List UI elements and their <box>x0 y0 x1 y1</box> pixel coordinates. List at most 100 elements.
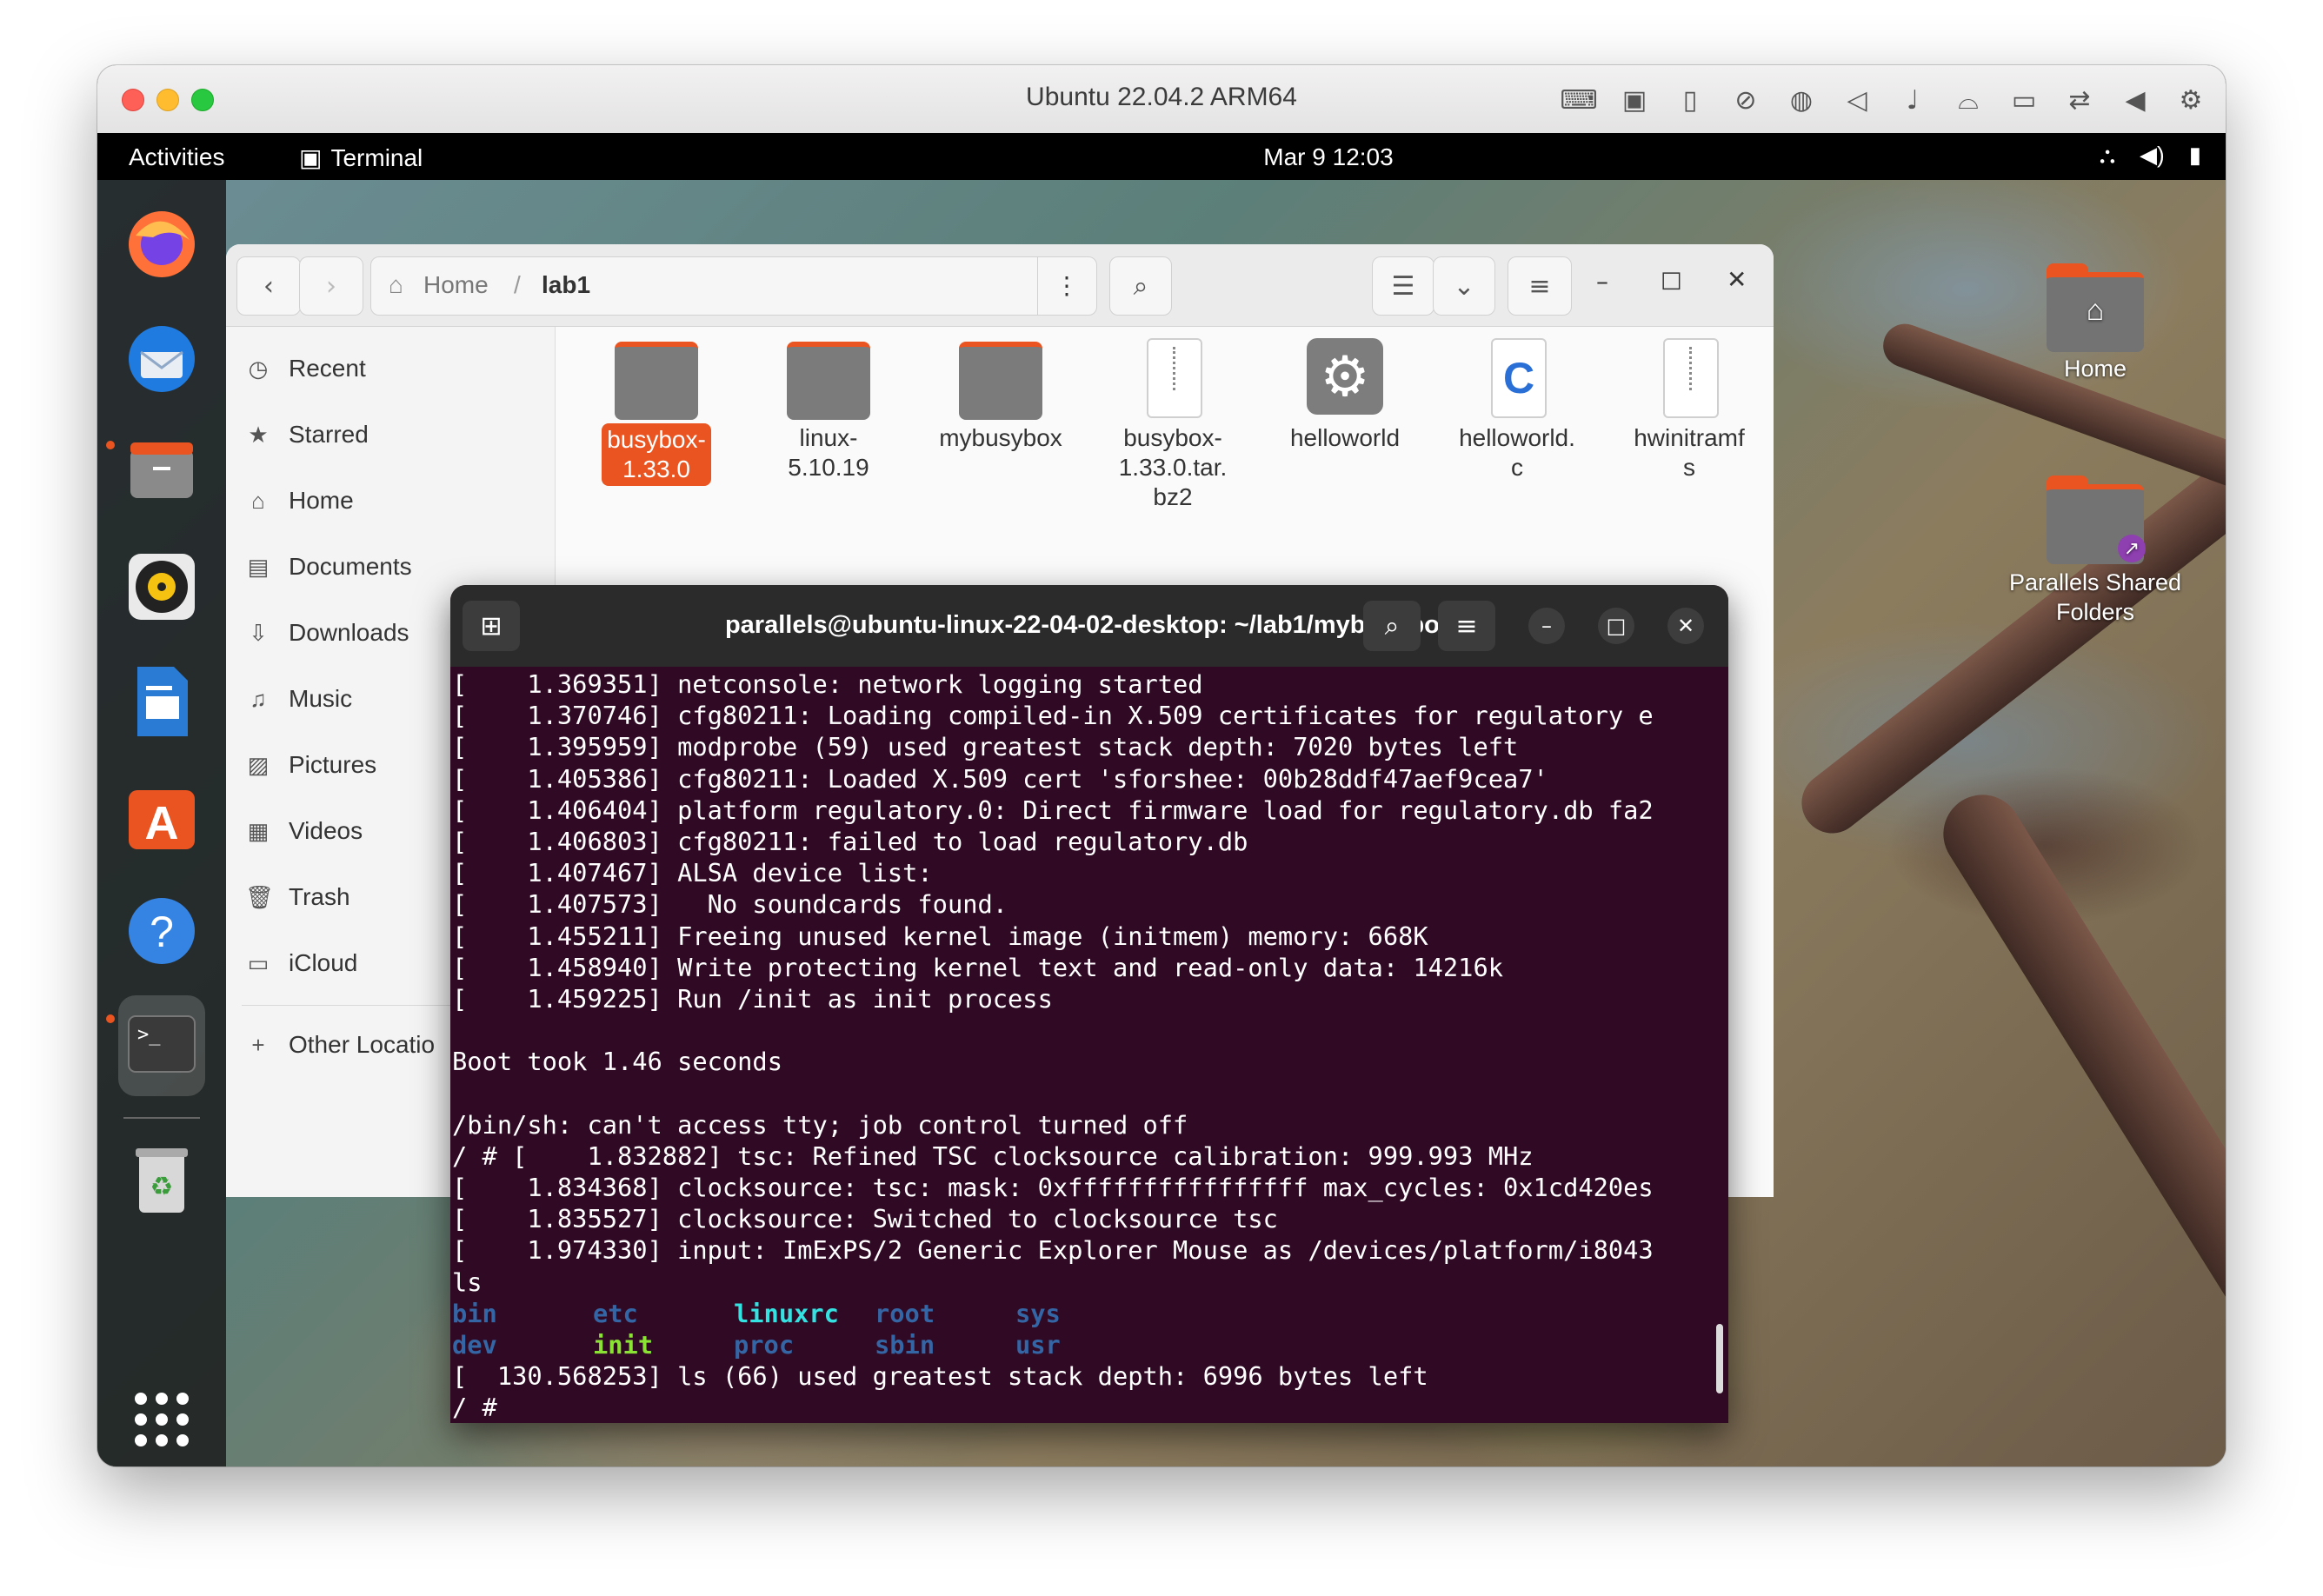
dock-trash[interactable]: ♻ <box>118 1134 205 1221</box>
cpu-icon[interactable]: ▣ <box>1615 81 1654 119</box>
hamburger-icon: ≡ <box>1528 270 1551 302</box>
dock-app-center[interactable]: A <box>118 773 205 860</box>
dock-writer[interactable] <box>118 658 205 745</box>
sidebar-item-starred[interactable]: ★ Starred <box>245 409 369 461</box>
terminal-line: [ 1.974330] input: ImExPS/2 Generic Expl… <box>452 1235 1654 1266</box>
file-item-helloworld-c[interactable]: C helloworld. c <box>1439 338 1595 482</box>
more-options-icon[interactable]: ⋮ <box>1037 257 1095 315</box>
terminal-menu-button[interactable]: ≡ <box>1438 601 1495 651</box>
camera-off-icon[interactable]: ⊘ <box>1727 81 1765 119</box>
app-menu[interactable]: ▣ Terminal <box>299 143 423 172</box>
sidebar-item-label: Documents <box>289 553 412 580</box>
system-tray[interactable]: ⛬ ◀) ▮ <box>2100 142 2201 170</box>
arrow-left-icon[interactable]: ◀ <box>2116 81 2154 119</box>
help-icon: ? <box>129 898 195 964</box>
file-item-helloworld[interactable]: ⚙ helloworld <box>1267 338 1423 453</box>
file-item-mybusybox-folder[interactable]: mybusybox <box>922 338 1079 453</box>
executable-gear-icon: ⚙ <box>1303 338 1387 416</box>
download-icon: ⇩ <box>249 619 268 646</box>
file-label: linux- 5.10.19 <box>788 424 869 481</box>
back-button[interactable]: ‹ <box>236 256 301 316</box>
picture-icon: ▨ <box>247 751 270 778</box>
close-button[interactable]: ✕ <box>1727 265 1747 294</box>
sidebar-item-home[interactable]: ⌂ Home <box>245 475 354 527</box>
forward-button[interactable]: › <box>299 256 363 316</box>
main-menu-button[interactable]: ≡ <box>1508 256 1572 316</box>
breadcrumb-current[interactable]: lab1 <box>542 271 590 299</box>
file-item-linux-folder[interactable]: linux- 5.10.19 <box>750 338 907 482</box>
trash-icon: ♻ <box>136 1148 188 1213</box>
search-button[interactable]: ⌕ <box>1109 256 1172 316</box>
dock-files[interactable] <box>118 429 205 515</box>
activities-button[interactable]: Activities <box>129 143 224 171</box>
maximize-button[interactable]: □ <box>1661 267 1682 293</box>
sidebar-item-documents[interactable]: ▤ Documents <box>245 541 412 593</box>
terminal-minimize-button[interactable]: – <box>1528 608 1565 644</box>
sidebar-item-downloads[interactable]: ⇩ Downloads <box>245 607 409 659</box>
file-item-busybox-folder[interactable]: busybox- 1.33.0 <box>578 338 735 486</box>
view-options-button[interactable]: ⌄ <box>1433 256 1495 316</box>
terminal-icon: >_ <box>128 1015 196 1073</box>
sidebar-item-recent[interactable]: ◷ Recent <box>245 342 366 395</box>
dock-separator <box>123 1117 200 1119</box>
breadcrumb-home[interactable]: Home <box>423 271 489 299</box>
folder-icon <box>615 338 698 420</box>
link-badge-icon: ↗ <box>2118 535 2146 562</box>
sidebar-item-music[interactable]: ♫ Music <box>245 673 352 725</box>
sidebar-item-trash[interactable]: 🗑 Trash <box>245 871 350 923</box>
file-label: busybox- 1.33.0 <box>602 423 711 486</box>
desktop-shared-folders-icon[interactable]: ↗ Parallels Shared Folders <box>2000 475 2191 627</box>
sidebar-item-label: Downloads <box>289 619 409 646</box>
video-icon[interactable]: ▭ <box>2005 81 2043 119</box>
terminal-line: [ 1.406404] platform regulatory.0: Direc… <box>452 795 1654 825</box>
keyboard-icon[interactable]: ⌨ <box>1560 81 1598 119</box>
file-label: busybox- 1.33.0.tar. bz2 <box>1118 424 1228 510</box>
shared-folder-icon[interactable]: ⇄ <box>2060 81 2099 119</box>
ls-entry: init <box>593 1329 654 1360</box>
terminal-search-button[interactable]: ⌕ <box>1363 601 1421 651</box>
gear-icon[interactable]: ⚙ <box>2172 81 2210 119</box>
file-item-busybox-archive[interactable]: busybox- 1.33.0.tar. bz2 <box>1095 338 1251 512</box>
grid-icon <box>135 1393 189 1446</box>
dock-help[interactable]: ? <box>118 888 205 974</box>
terminal-scrollbar[interactable] <box>1716 1324 1723 1393</box>
clock[interactable]: Mar 9 12:03 <box>1155 143 1502 171</box>
dock-firefox[interactable] <box>118 201 205 288</box>
sidebar-item-label: Other Locatio <box>289 1031 436 1058</box>
desktop-home-icon[interactable]: ⌂ Home <box>2000 263 2191 382</box>
sidebar-item-label: Starred <box>289 421 369 448</box>
sidebar-item-label: Recent <box>289 355 366 382</box>
dock-thunderbird[interactable] <box>118 316 205 402</box>
terminal-headerbar: ⊞ parallels@ubuntu-linux-22-04-02-deskto… <box>450 585 1728 667</box>
sidebar-item-other-locations[interactable]: + Other Locatio <box>245 1019 435 1071</box>
globe-icon[interactable]: ◍ <box>1782 81 1820 119</box>
terminal-icon: ▣ <box>299 144 323 171</box>
drive-icon[interactable]: ⌓ <box>1949 81 1987 119</box>
file-label: helloworld <box>1289 424 1401 451</box>
list-view-icon: ☰ <box>1391 270 1415 302</box>
file-item-hwinitramfs[interactable]: hwinitramf s <box>1611 338 1767 482</box>
speaker-icon[interactable]: ◁ <box>1838 81 1876 119</box>
terminal-line: [ 130.568253] ls (66) used greatest stac… <box>452 1361 1428 1392</box>
terminal-line: [ 1.458940] Write protecting kernel text… <box>452 952 1503 982</box>
app-center-icon: A <box>129 790 195 849</box>
view-list-button[interactable]: ☰ <box>1372 256 1434 316</box>
terminal-close-button[interactable]: ✕ <box>1667 608 1704 644</box>
terminal-line: [ 1.369351] netconsole: network logging … <box>452 669 1203 699</box>
path-bar[interactable]: ⌂ Home / lab1 ⋮ <box>370 256 1097 316</box>
sidebar-item-icloud[interactable]: ▭ iCloud <box>245 937 358 989</box>
sidebar-item-label: Videos <box>289 817 363 844</box>
terminal-maximize-button[interactable]: □ <box>1598 608 1634 644</box>
dock-rhythmbox[interactable] <box>118 543 205 630</box>
sidebar-item-pictures[interactable]: ▨ Pictures <box>245 739 376 791</box>
sidebar-item-videos[interactable]: ▦ Videos <box>245 805 363 857</box>
sidebar-item-label: Pictures <box>289 751 377 778</box>
search-icon: ⌕ <box>1384 610 1400 642</box>
dock-terminal[interactable]: >_ <box>118 995 205 1096</box>
dock-show-apps[interactable] <box>118 1376 205 1463</box>
microphone-icon[interactable]: ♩ <box>1894 81 1932 119</box>
gnome-top-bar: Activities ▣ Terminal Mar 9 12:03 ⛬ ◀) ▮ <box>97 133 2226 180</box>
minimize-button[interactable]: – <box>1596 267 1608 296</box>
terminal-output[interactable]: [ 1.369351] netconsole: network logging … <box>452 668 1704 1423</box>
usb-icon[interactable]: ▯ <box>1671 81 1709 119</box>
